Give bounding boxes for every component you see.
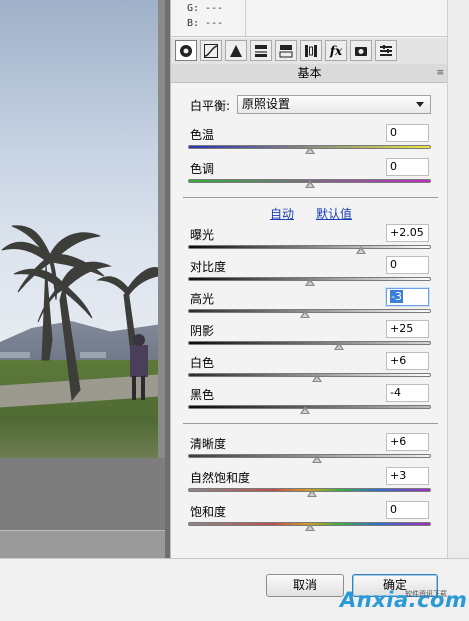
aperture-icon	[179, 44, 193, 58]
shadows-slider-track[interactable]	[188, 341, 431, 345]
highlights-label: 高光	[190, 292, 215, 306]
preview-status-strip	[0, 530, 165, 559]
watermark-subtitle: 软件资讯下载	[405, 590, 447, 598]
readout-g: G: ---	[187, 3, 224, 14]
clarity-value: +6	[390, 435, 407, 448]
tint-value: 0	[390, 160, 397, 173]
exposure-value-input[interactable]: +2.05	[386, 224, 429, 242]
highlights-value: -3	[390, 290, 403, 303]
preview-padding	[0, 458, 165, 530]
tone-curve-tab[interactable]	[200, 40, 222, 61]
tint-value-input[interactable]: 0	[386, 158, 429, 176]
white-balance-value: 原照设置	[242, 97, 291, 111]
blacks-slider-thumb[interactable]	[299, 406, 310, 414]
contrast-value-input[interactable]: 0	[386, 256, 429, 274]
clarity-slider-track[interactable]	[188, 454, 431, 458]
blacks-value-input[interactable]: -4	[386, 384, 429, 402]
vibrance-label: 自然饱和度	[190, 471, 251, 485]
rgb-readout: G: --- B: ---	[171, 0, 448, 37]
hsl-tab[interactable]	[250, 40, 272, 61]
readout-b: B: ---	[187, 18, 224, 29]
temperature-slider-thumb[interactable]	[304, 146, 315, 154]
preview-palm-trees	[0, 225, 158, 402]
temperature-value-input[interactable]: 0	[386, 124, 429, 142]
adjustment-panel: G: --- B: --- fx 基本 ≡ 白平衡: 原照设置 自动 默认值 色…	[170, 0, 448, 558]
whites-value: +6	[390, 354, 407, 367]
clarity-label: 清晰度	[190, 437, 227, 451]
watermark-logo: Anxia.com	[340, 588, 468, 612]
vibrance-slider-thumb[interactable]	[306, 489, 317, 497]
readout-divider	[245, 0, 246, 36]
window-edge	[447, 0, 469, 558]
aperture-tab[interactable]	[175, 40, 197, 61]
panel-tabs-toolbar: fx	[171, 38, 448, 65]
lens-correction-tab[interactable]	[300, 40, 322, 61]
tint-label: 色调	[190, 162, 215, 176]
section-title: 基本	[297, 66, 322, 80]
preview-edge	[158, 0, 165, 530]
panel-menu-icon[interactable]: ≡	[436, 64, 444, 82]
camera-calibration-tab[interactable]	[350, 40, 372, 61]
detail-triangle-tab[interactable]	[225, 40, 247, 61]
shadows-value: +25	[390, 322, 414, 335]
exposure-value: +2.05	[390, 226, 424, 239]
blacks-value: -4	[390, 386, 401, 399]
blacks-label: 黑色	[190, 388, 215, 402]
split-toning-tab[interactable]	[275, 40, 297, 61]
presets-tab[interactable]	[375, 40, 397, 61]
tint-slider-thumb[interactable]	[304, 180, 315, 188]
image-preview[interactable]	[0, 0, 159, 458]
white-balance-label: 白平衡:	[190, 99, 231, 113]
saturation-value: 0	[390, 503, 397, 516]
saturation-value-input[interactable]: 0	[386, 501, 429, 519]
exposure-label: 曝光	[190, 228, 215, 242]
default-link[interactable]: 默认值	[316, 205, 352, 222]
saturation-label: 饱和度	[190, 505, 227, 519]
auto-link[interactable]: 自动	[270, 205, 294, 222]
contrast-slider-thumb[interactable]	[304, 278, 315, 286]
shadows-slider-thumb[interactable]	[333, 342, 344, 350]
temperature-value: 0	[390, 126, 397, 139]
cancel-button[interactable]: 取消	[266, 574, 344, 597]
detail-triangle-icon	[229, 44, 243, 58]
whites-value-input[interactable]: +6	[386, 352, 429, 370]
highlights-slider-thumb[interactable]	[299, 310, 310, 318]
temperature-label: 色温	[190, 128, 215, 142]
clarity-value-input[interactable]: +6	[386, 433, 429, 451]
separator	[183, 197, 438, 198]
exposure-slider-thumb[interactable]	[355, 246, 366, 254]
white-balance-select[interactable]: 原照设置	[237, 95, 431, 114]
shadows-value-input[interactable]: +25	[386, 320, 429, 338]
exposure-slider-track[interactable]	[188, 245, 431, 249]
tone-curve-icon	[204, 43, 218, 58]
lens-correction-icon	[304, 44, 318, 58]
whites-slider-track[interactable]	[188, 373, 431, 377]
clarity-slider-thumb[interactable]	[311, 455, 322, 463]
split-toning-icon	[279, 44, 293, 58]
fx-tab[interactable]: fx	[325, 40, 347, 61]
whites-slider-thumb[interactable]	[311, 374, 322, 382]
camera-calibration-icon	[354, 44, 368, 58]
whites-label: 白色	[190, 356, 215, 370]
contrast-label: 对比度	[190, 260, 227, 274]
hsl-icon	[254, 44, 268, 58]
chevron-down-icon	[416, 102, 424, 107]
highlights-value-input[interactable]: -3	[386, 288, 429, 306]
contrast-value: 0	[390, 258, 397, 271]
vibrance-value: +3	[390, 469, 407, 482]
separator	[183, 423, 438, 424]
shadows-label: 阴影	[190, 324, 215, 338]
vibrance-value-input[interactable]: +3	[386, 467, 429, 485]
section-header: 基本 ≡	[171, 64, 448, 83]
fx-icon: fx	[329, 43, 343, 58]
presets-icon	[379, 44, 393, 58]
saturation-slider-thumb[interactable]	[304, 523, 315, 531]
